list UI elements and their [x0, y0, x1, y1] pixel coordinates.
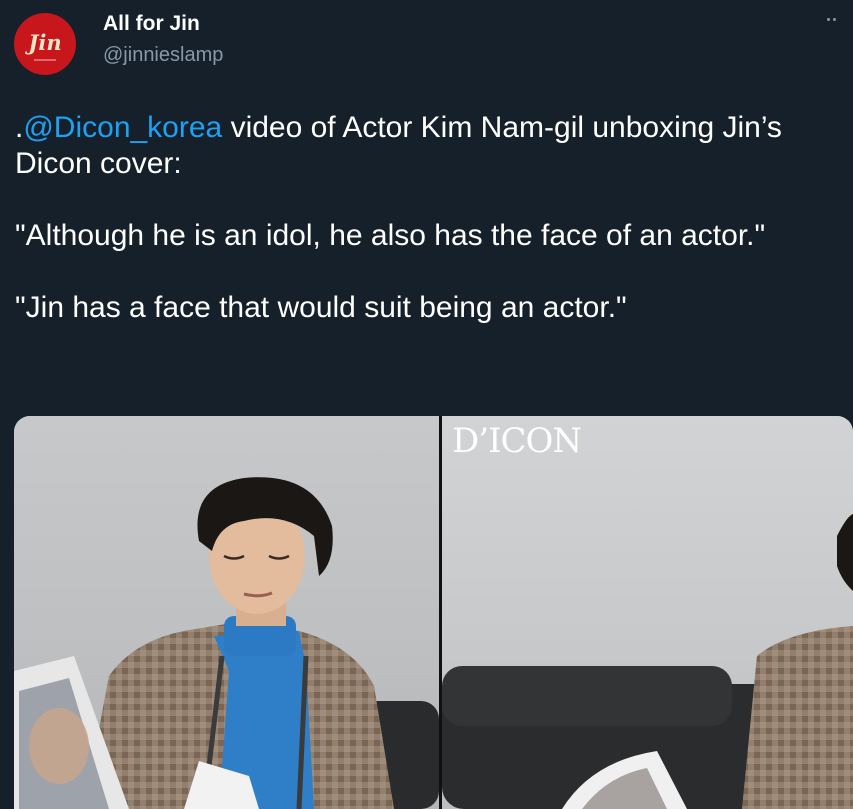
display-name[interactable]: All for Jin	[103, 12, 200, 36]
couch-illustration	[442, 514, 853, 809]
tweet-quote-1: "Although he is an idol, he also has the…	[15, 219, 766, 252]
mention-link[interactable]: @Dicon_korea	[23, 111, 222, 144]
tweet-text: .@Dicon_korea video of Actor Kim Nam-gil…	[15, 110, 845, 326]
tweet-line-1: .@Dicon_korea video of Actor Kim Nam-gil…	[15, 110, 845, 182]
avatar-logo-text: Jin	[28, 29, 62, 55]
tweet-quote-2: "Jin has a face that would suit being an…	[15, 291, 627, 324]
video-still-left	[14, 416, 439, 809]
tweet-media[interactable]: D’ICON	[14, 416, 853, 809]
user-handle[interactable]: @jinnieslamp	[103, 44, 223, 67]
dot	[827, 17, 830, 21]
more-options-icon[interactable]	[827, 14, 845, 24]
dot	[833, 17, 836, 21]
avatar-underline	[34, 58, 56, 61]
video-still-right: D’ICON	[442, 416, 853, 809]
avatar[interactable]: Jin	[14, 13, 76, 75]
person-reading-illustration	[14, 477, 439, 809]
